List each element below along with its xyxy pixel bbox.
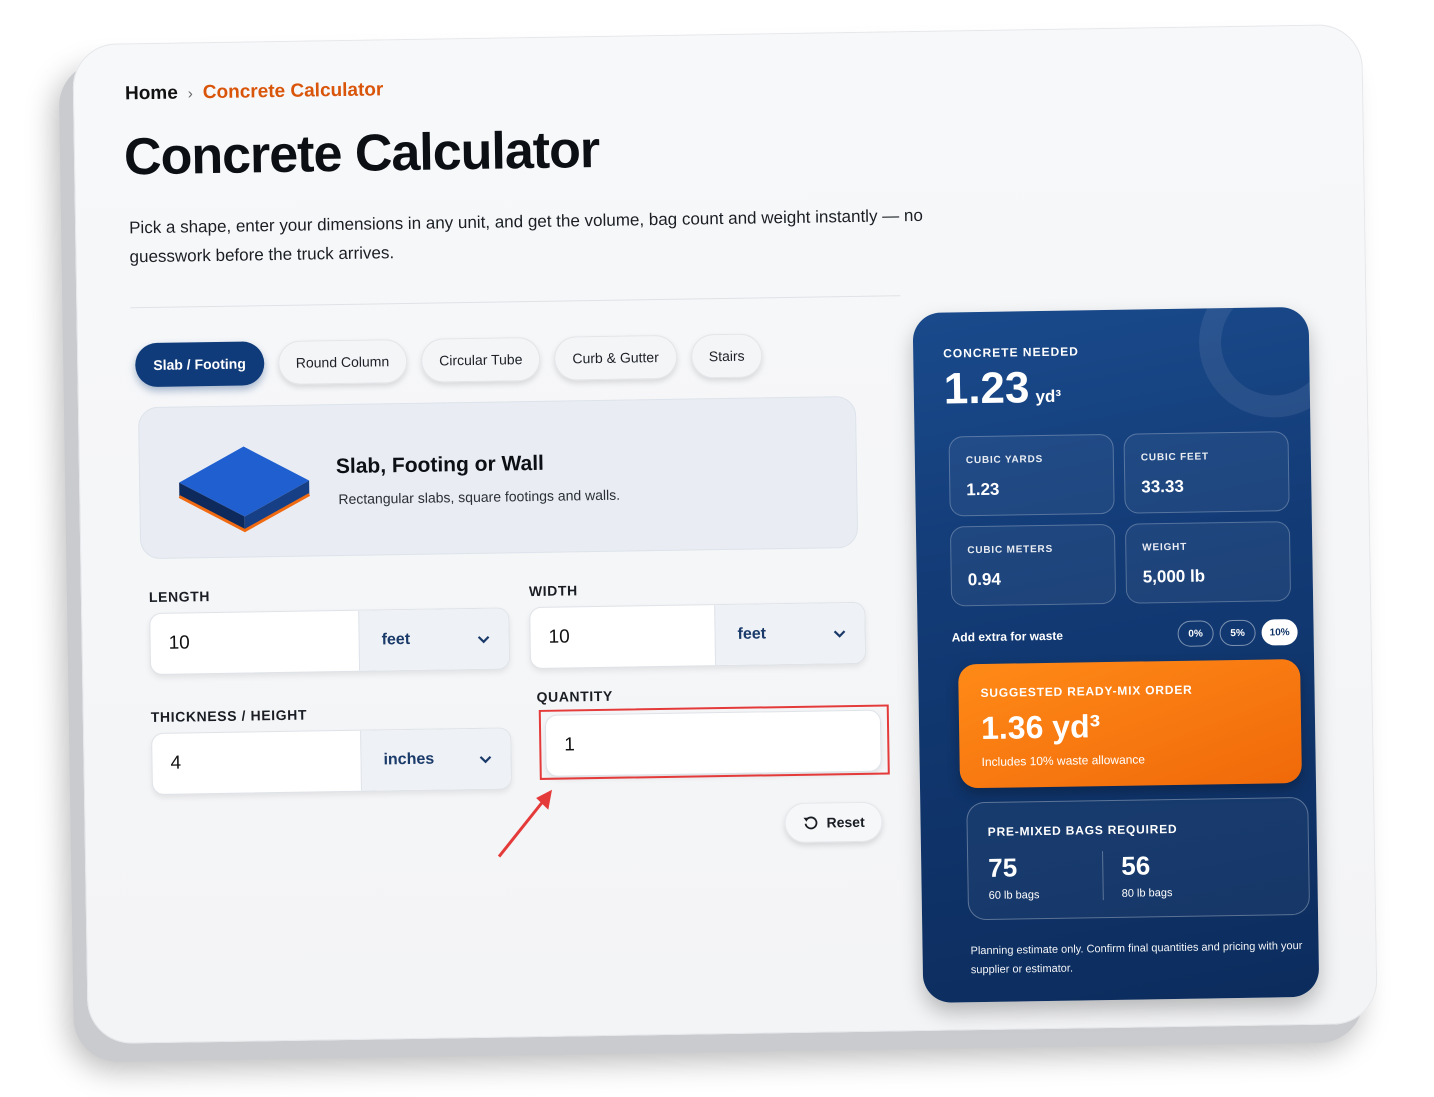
length-label: LENGTH (148, 588, 211, 606)
breadcrumb-current: Concrete Calculator (202, 79, 384, 104)
concrete-needed-number: 1.23 (943, 363, 1030, 414)
results-panel: CONCRETE NEEDED 1.23 yd³ CUBIC YARDS 1.23… (912, 306, 1320, 1003)
waste-option-10[interactable]: 10% (1261, 619, 1298, 646)
stat-label: CUBIC YARDS (965, 453, 1044, 467)
stat-label: WEIGHT (1142, 541, 1188, 554)
length-unit-value: feet (381, 630, 411, 649)
quantity-label: QUANTITY (536, 687, 614, 705)
slab-icon (178, 446, 311, 533)
concrete-needed-unit: yd³ (1035, 386, 1062, 407)
stat-value: 33.33 (1141, 476, 1185, 497)
reset-label: Reset (826, 813, 865, 831)
ready-mix-order-box: SUGGESTED READY-MIX ORDER 1.36 yd³ Inclu… (958, 658, 1302, 789)
tab-curb-gutter[interactable]: Curb & Gutter (554, 334, 678, 381)
thickness-label: THICKNESS / HEIGHT (150, 706, 308, 726)
waste-row: Add extra for waste 0% 5% 10% (951, 619, 1298, 650)
stat-label: CUBIC METERS (967, 543, 1054, 557)
bags-row: 75 60 lb bags 56 80 lb bags (988, 848, 1289, 902)
waste-option-5[interactable]: 5% (1219, 619, 1256, 647)
bag-60lb: 75 60 lb bags (988, 851, 1103, 902)
stat-cubic-yards: CUBIC YARDS 1.23 (948, 433, 1115, 517)
shape-tabs: Slab / Footing Round Column Circular Tub… (134, 333, 763, 388)
thickness-field: 4 inches (151, 727, 512, 796)
decorative-ring (1197, 306, 1320, 419)
order-note: Includes 10% waste allowance (981, 752, 1146, 769)
breadcrumb: Home › Concrete Calculator (125, 79, 384, 105)
annotation-highlight-box (538, 704, 890, 780)
bag-unit: 80 lb bags (1121, 887, 1173, 900)
stat-value: 0.94 (967, 569, 1001, 590)
order-value: 1.36 yd³ (980, 708, 1101, 746)
tab-slab-footing[interactable]: Slab / Footing (134, 341, 265, 388)
thickness-unit-value: inches (383, 750, 435, 769)
tab-stairs[interactable]: Stairs (690, 333, 763, 379)
thickness-unit-select[interactable]: inches (360, 728, 511, 791)
bags-box: PRE-MIXED BAGS REQUIRED 75 60 lb bags 56… (966, 796, 1311, 921)
bag-unit: 60 lb bags (988, 889, 1040, 902)
stat-value: 5,000 lb (1142, 566, 1206, 587)
calculator-card: Home › Concrete Calculator Concrete Calc… (72, 23, 1378, 1045)
breadcrumb-home-link[interactable]: Home (125, 83, 178, 106)
tab-circular-tube[interactable]: Circular Tube (420, 336, 541, 383)
waste-label: Add extra for waste (951, 628, 1064, 645)
page-description: Pick a shape, enter your dimensions in a… (128, 205, 923, 267)
order-label: SUGGESTED READY-MIX ORDER (980, 682, 1193, 701)
stat-value: 1.23 (966, 479, 1000, 500)
waste-options: 0% 5% 10% (1177, 619, 1298, 647)
width-unit-select[interactable]: feet (714, 602, 866, 666)
stat-cubic-feet: CUBIC FEET 33.33 (1123, 431, 1290, 514)
page-title: Concrete Calculator (123, 120, 600, 187)
reset-icon (803, 816, 818, 830)
concrete-needed-label: CONCRETE NEEDED (943, 344, 1079, 361)
concrete-needed-value: 1.23 yd³ (943, 363, 1061, 415)
chevron-down-icon (833, 630, 846, 638)
shape-title: Slab, Footing or Wall (335, 451, 545, 479)
bag-80lb: 56 80 lb bags (1102, 849, 1217, 901)
disclaimer: Planning estimate only. Confirm final qu… (970, 939, 1303, 977)
thickness-input[interactable]: 4 (152, 731, 361, 794)
stat-label: CUBIC FEET (1140, 451, 1209, 464)
shape-subtitle: Rectangular slabs, square footings and w… (338, 486, 621, 508)
bag-count: 75 (988, 852, 1018, 883)
divider (130, 295, 901, 309)
chevron-down-icon (479, 755, 492, 764)
width-input[interactable]: 10 (530, 605, 715, 668)
width-unit-value: feet (737, 625, 767, 643)
length-input[interactable]: 10 (150, 611, 359, 674)
chevron-down-icon (477, 635, 490, 644)
shape-info-panel: Slab, Footing or Wall Rectangular slabs,… (137, 395, 859, 560)
width-label: WIDTH (528, 582, 578, 600)
stats-grid: CUBIC YARDS 1.23 CUBIC FEET 33.33 CUBIC … (948, 431, 1292, 607)
bags-label: PRE-MIXED BAGS REQUIRED (987, 821, 1178, 839)
tab-round-column[interactable]: Round Column (277, 338, 408, 386)
stat-weight: WEIGHT 5,000 lb (1124, 521, 1292, 604)
length-unit-select[interactable]: feet (358, 608, 510, 671)
bag-count: 56 (1121, 850, 1151, 881)
width-field: 10 feet (529, 601, 867, 670)
reset-button[interactable]: Reset (784, 801, 883, 844)
waste-option-0[interactable]: 0% (1177, 620, 1214, 647)
annotation-arrow-icon (497, 789, 552, 858)
breadcrumb-separator: › (187, 84, 193, 102)
stat-cubic-meters: CUBIC METERS 0.94 (949, 523, 1117, 607)
length-field: 10 feet (149, 607, 511, 676)
